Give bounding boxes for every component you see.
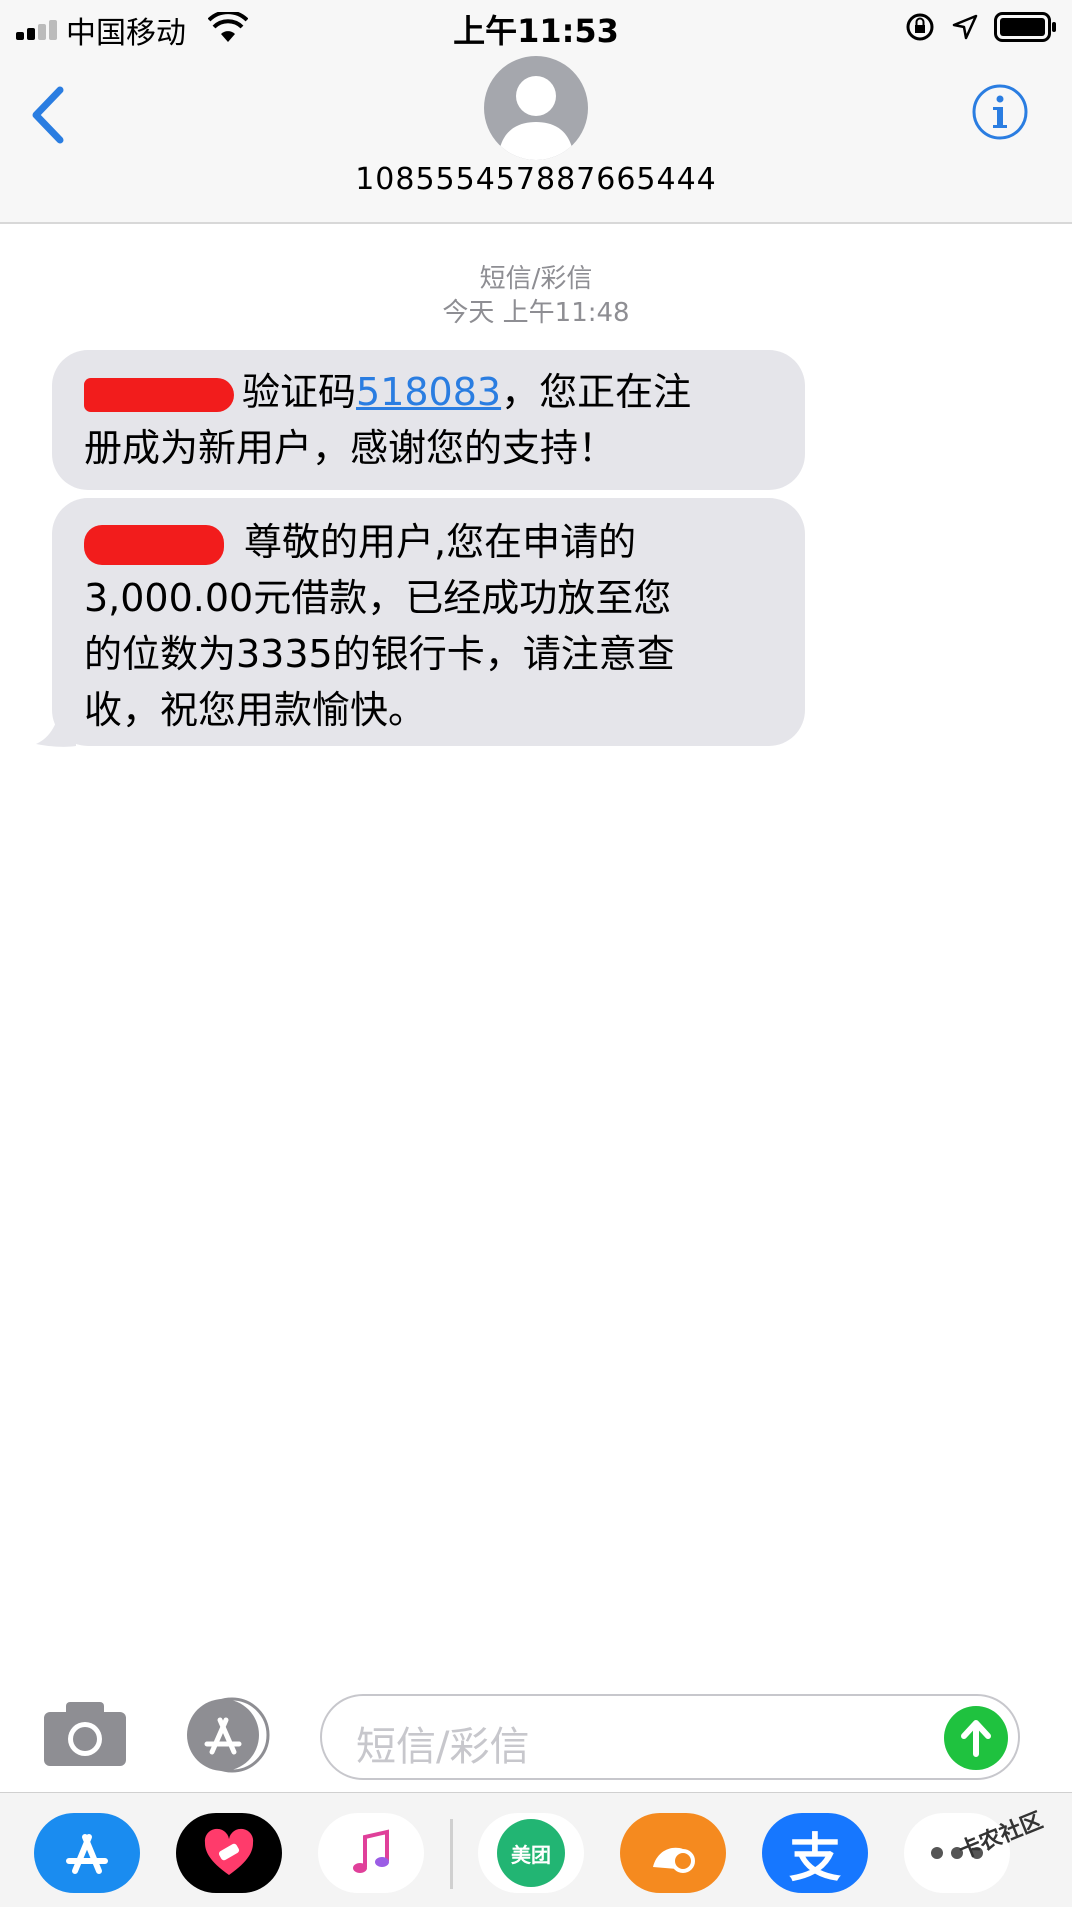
alipay-app-icon[interactable]: 支 <box>762 1813 868 1893</box>
meituan-app-icon[interactable]: 美团 <box>478 1813 584 1893</box>
message-bubble[interactable]: 验证码518083，您正在注 册成为新用户，感谢您的支持！ <box>52 350 805 490</box>
message-line: 3,000.00元借款，已经成功放至您 <box>84 576 672 620</box>
message-text: 验证码518083，您正在注 册成为新用户，感谢您的支持！ <box>84 364 691 476</box>
redaction-mark <box>84 524 224 565</box>
verification-code-link[interactable]: 518083 <box>356 370 501 414</box>
redaction-mark <box>84 377 234 412</box>
heart-app-icon[interactable] <box>176 1813 282 1893</box>
rotation-lock-icon <box>906 13 934 41</box>
send-button[interactable] <box>944 1706 1008 1770</box>
heart-glyph-icon <box>204 1828 254 1875</box>
message-line-text: 验证码 <box>242 370 357 414</box>
camera-icon[interactable] <box>42 1700 128 1768</box>
message-line: 的位数为3335的银行卡，请注意查 <box>84 632 675 676</box>
arrow-up-icon <box>961 1720 991 1757</box>
app-store-drawer-icon[interactable] <box>180 1696 274 1774</box>
message-input-placeholder: 短信/彩信 <box>356 1724 530 1770</box>
message-line: 尊敬的用户,您在申请的 <box>84 514 675 570</box>
message-line: 验证码518083，您正在注 <box>84 364 691 420</box>
meituan-label: 美团 <box>497 1819 565 1887</box>
conversation-header: 108555457887665444 <box>0 56 1072 224</box>
message-line: 收，祝您用款愉快。 <box>84 688 427 732</box>
message-timestamp: 今天 上午11:48 <box>442 298 630 328</box>
message-type-label: 短信/彩信 <box>479 264 593 294</box>
person-silhouette-icon <box>498 76 574 160</box>
music-note-icon <box>353 1829 389 1873</box>
contact-avatar[interactable] <box>484 56 588 160</box>
contact-number[interactable]: 108555457887665444 <box>0 162 1072 197</box>
back-chevron-icon[interactable] <box>24 80 74 150</box>
app-drawer: 美团 支 <box>0 1792 1072 1907</box>
message-text: 尊敬的用户,您在申请的 3,000.00元借款，已经成功放至您 的位数为3335… <box>84 514 675 738</box>
battery-icon <box>994 12 1056 42</box>
status-bar: 中国移动 上午11:53 <box>0 0 1072 56</box>
squirrel-icon <box>653 1847 695 1873</box>
drawer-separator <box>450 1819 453 1889</box>
music-app-icon[interactable] <box>318 1813 424 1893</box>
message-line-text: ，您正在注 <box>501 370 692 414</box>
info-icon[interactable] <box>970 82 1030 142</box>
message-bubble[interactable]: 尊敬的用户,您在申请的 3,000.00元借款，已经成功放至您 的位数为3335… <box>52 498 805 746</box>
message-line-text: 尊敬的用户,您在申请的 <box>244 520 637 564</box>
alipay-label: 支 <box>788 1828 841 1889</box>
bubble-tail <box>36 700 76 747</box>
app-store-glyph-icon <box>66 1834 108 1874</box>
message-input[interactable]: 短信/彩信 <box>320 1694 1020 1780</box>
location-arrow-icon <box>952 14 978 40</box>
uc-browser-app-icon[interactable] <box>620 1813 726 1893</box>
app-store-app-icon[interactable] <box>34 1813 140 1893</box>
message-line: 册成为新用户，感谢您的支持！ <box>84 426 617 470</box>
